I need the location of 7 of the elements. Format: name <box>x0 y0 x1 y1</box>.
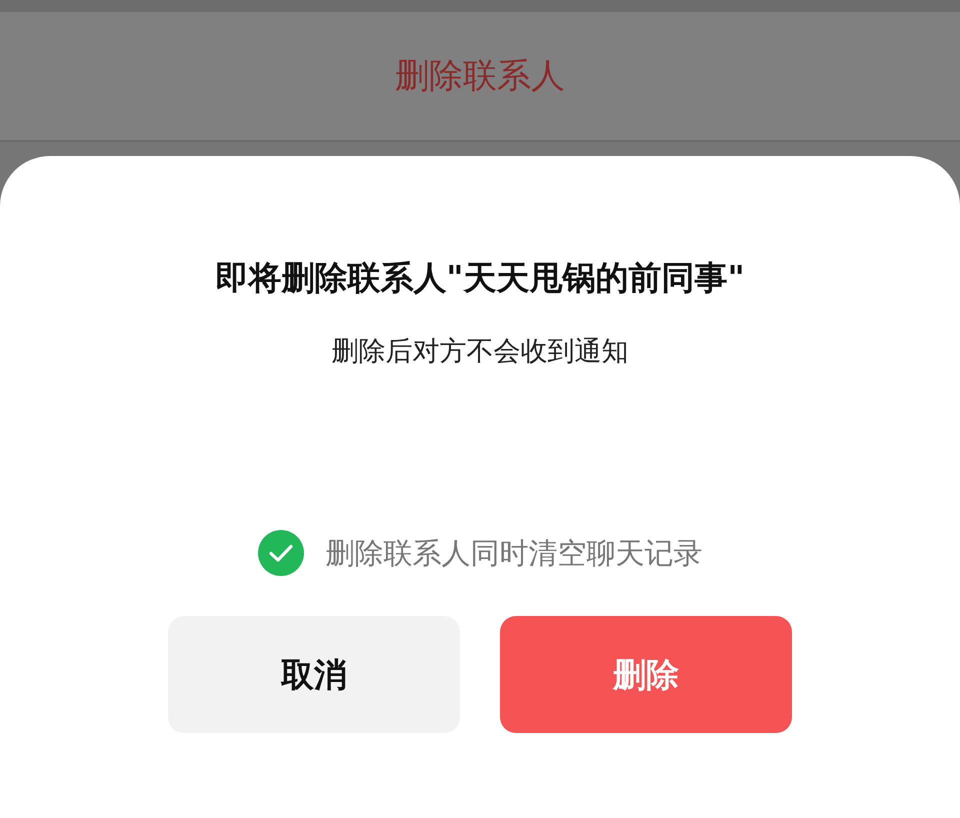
cancel-button[interactable]: 取消 <box>168 616 460 733</box>
delete-contact-menu-item[interactable]: 删除联系人 <box>395 56 565 96</box>
option-label: 删除联系人同时清空聊天记录 <box>326 535 702 572</box>
dialog-title: 即将删除联系人"天天甩锅的前同事" <box>215 257 745 299</box>
dialog-message: 删除后对方不会收到通知 <box>332 335 628 369</box>
checked-circle-icon[interactable] <box>258 530 304 576</box>
delete-button[interactable]: 删除 <box>500 616 792 733</box>
